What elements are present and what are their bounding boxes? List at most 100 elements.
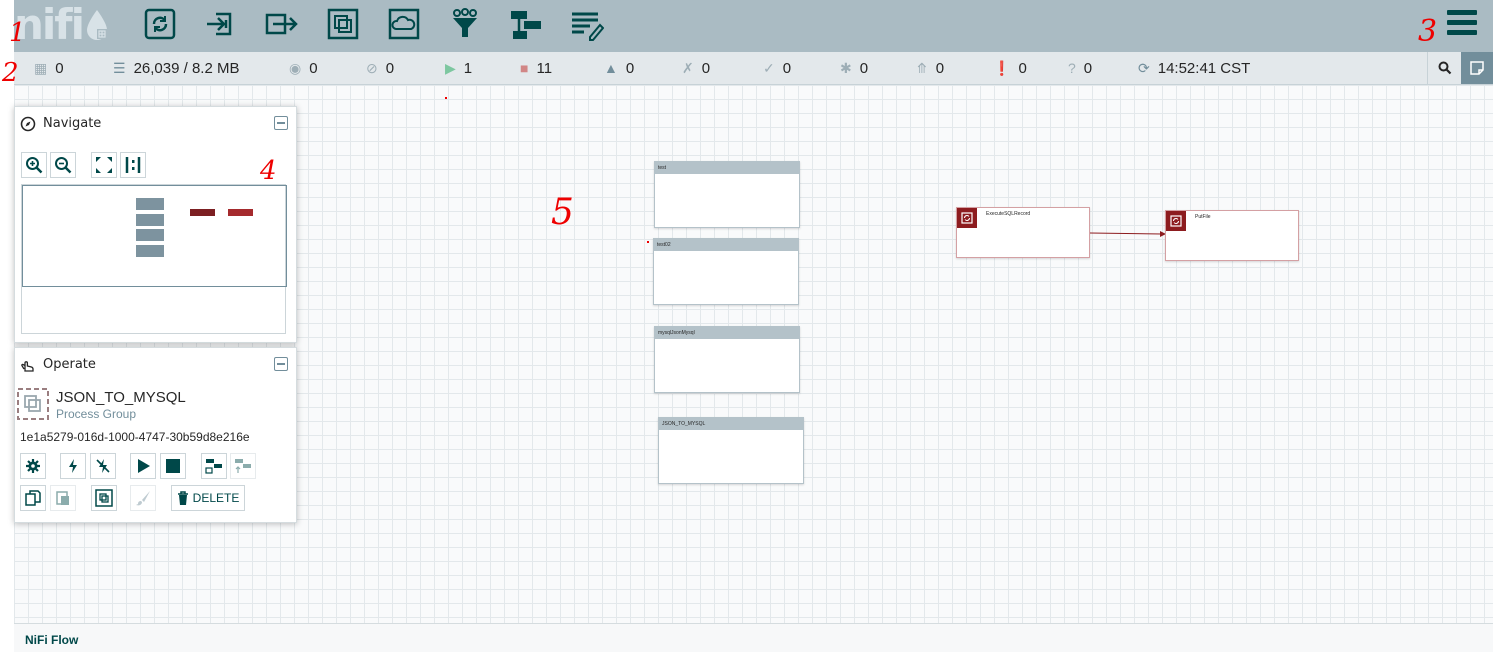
process-group-icon[interactable] <box>325 6 361 42</box>
template-icon[interactable] <box>508 6 544 42</box>
annotation-3: 3 <box>1418 14 1438 49</box>
fit-to-screen-button[interactable] <box>91 152 117 178</box>
disabled-count: 0 <box>701 59 711 77</box>
asterisk-icon: ✱ <box>840 60 852 76</box>
selected-component-id: 1e1a5279-016d-1000-4747-30b59d8e216e <box>20 430 250 444</box>
label-icon[interactable] <box>569 6 605 42</box>
process-group-test[interactable]: test <box>654 161 800 228</box>
red-dot <box>647 241 649 243</box>
breadcrumb-bar: NiFi Flow <box>14 623 1493 652</box>
search-button[interactable] <box>1427 52 1461 84</box>
transmitting-icon: ◉ <box>289 60 302 76</box>
stop-button[interactable] <box>160 453 186 479</box>
refresh-icon[interactable]: ⟳ <box>1138 61 1150 75</box>
transmitting-count: 0 <box>309 59 318 77</box>
group-button[interactable] <box>91 485 117 511</box>
change-color-button[interactable] <box>130 485 156 511</box>
search-icon <box>1438 61 1451 75</box>
zoom-out-button[interactable] <box>50 152 76 178</box>
exclamation-circle-icon: ❗ <box>993 60 1011 76</box>
disable-icon <box>96 459 110 473</box>
processor-icon[interactable] <box>142 6 178 42</box>
locally-modified-stale-count: 0 <box>1018 59 1027 77</box>
operate-panel: Operate JSON_TO_MYSQL Process Group 1e1a… <box>14 347 297 523</box>
birdseye-processor <box>228 209 253 216</box>
navigate-title: Navigate <box>43 116 102 131</box>
not-transmitting-icon: ⊘ <box>366 60 378 76</box>
start-button[interactable] <box>130 453 156 479</box>
annotation-5: 5 <box>551 192 574 233</box>
disable-button[interactable] <box>90 453 116 479</box>
create-template-button[interactable] <box>201 453 227 479</box>
question-icon: ? <box>1068 60 1076 76</box>
sticky-note-icon <box>1470 61 1484 75</box>
funnel-icon[interactable] <box>447 6 483 42</box>
operate-collapse-button[interactable] <box>274 357 288 371</box>
running-status: ▶ 1 <box>445 52 472 84</box>
navigate-panel: Navigate <box>14 106 297 343</box>
delete-button[interactable]: DELETE <box>171 485 245 511</box>
process-group-name: test <box>655 162 799 174</box>
locally-modified-status: ✱ 0 <box>840 52 868 84</box>
copy-button[interactable] <box>20 485 46 511</box>
hamburger-menu-icon[interactable] <box>1447 10 1477 36</box>
breadcrumb-root[interactable]: NiFi Flow <box>25 633 78 647</box>
cluster-count: 0 <box>55 59 64 77</box>
zoom-in-button[interactable] <box>21 152 47 178</box>
output-port-icon[interactable] <box>264 6 300 42</box>
process-group-test02[interactable]: test02 <box>653 238 799 305</box>
birdseye-process-group <box>136 214 164 226</box>
compass-icon <box>20 116 36 132</box>
stop-icon: ■ <box>520 60 529 76</box>
group-icon <box>95 489 113 507</box>
refresh-status[interactable]: ⟳ 14:52:41 CST <box>1138 52 1250 84</box>
stale-count: 0 <box>935 59 945 77</box>
sync-failure-status: ? 0 <box>1068 52 1092 84</box>
paintbrush-icon <box>136 491 150 506</box>
processor-executesqlrecord[interactable]: ExecuteSQLRecord <box>956 207 1090 258</box>
cluster-status: ▦ 0 <box>34 52 64 84</box>
upload-template-button[interactable] <box>230 453 256 479</box>
selected-component-type: Process Group <box>56 407 137 421</box>
gear-icon <box>26 459 40 473</box>
input-port-icon[interactable] <box>203 6 239 42</box>
processor-name: ExecuteSQLRecord <box>986 211 1031 217</box>
process-group-name: mysqlJsonMysql <box>655 327 799 339</box>
birdseye-view[interactable] <box>21 184 287 334</box>
birdseye-processor <box>190 209 215 216</box>
invalid-status: ▲ 0 <box>604 52 634 84</box>
sync-failure-count: 0 <box>1083 59 1093 77</box>
zoom-in-icon <box>26 157 43 174</box>
invalid-count: 0 <box>625 59 635 77</box>
not-transmitting-status: ⊘ 0 <box>366 52 394 84</box>
navigate-collapse-button[interactable] <box>274 116 288 130</box>
expand-icon <box>96 157 112 173</box>
bulletin-board-button[interactable] <box>1461 52 1493 84</box>
stopped-status: ■ 11 <box>520 52 552 84</box>
trash-icon <box>177 491 188 505</box>
process-group-mysqljsonmysql[interactable]: mysqlJsonMysql <box>654 326 800 393</box>
process-group-name: JSON_TO_MYSQL <box>659 418 803 430</box>
connection-arrow[interactable] <box>1090 228 1170 238</box>
paste-button[interactable] <box>50 485 76 511</box>
process-group-name: test02 <box>654 239 798 251</box>
processor-name: PutFile <box>1195 214 1211 220</box>
play-icon: ▶ <box>445 60 456 76</box>
zoom-out-icon <box>55 157 72 174</box>
birdseye-process-group <box>136 245 164 257</box>
copy-icon <box>25 490 41 506</box>
remote-process-group-icon[interactable] <box>386 6 422 42</box>
red-dot <box>445 97 447 99</box>
nifi-logo: nifi <box>14 2 109 48</box>
annotation-2: 2 <box>2 58 19 88</box>
enable-button[interactable] <box>60 453 86 479</box>
logo-drop-icon <box>86 10 107 40</box>
delete-label: DELETE <box>192 491 240 505</box>
birdseye-process-group <box>136 229 164 241</box>
configure-button[interactable] <box>20 453 46 479</box>
processor-putfile[interactable]: PutFile <box>1165 210 1299 261</box>
process-group-json-to-mysql[interactable]: JSON_TO_MYSQL <box>658 417 804 484</box>
annotation-4: 4 <box>260 156 277 186</box>
actual-size-button[interactable] <box>120 152 146 178</box>
annotation-1: 1 <box>9 18 26 48</box>
